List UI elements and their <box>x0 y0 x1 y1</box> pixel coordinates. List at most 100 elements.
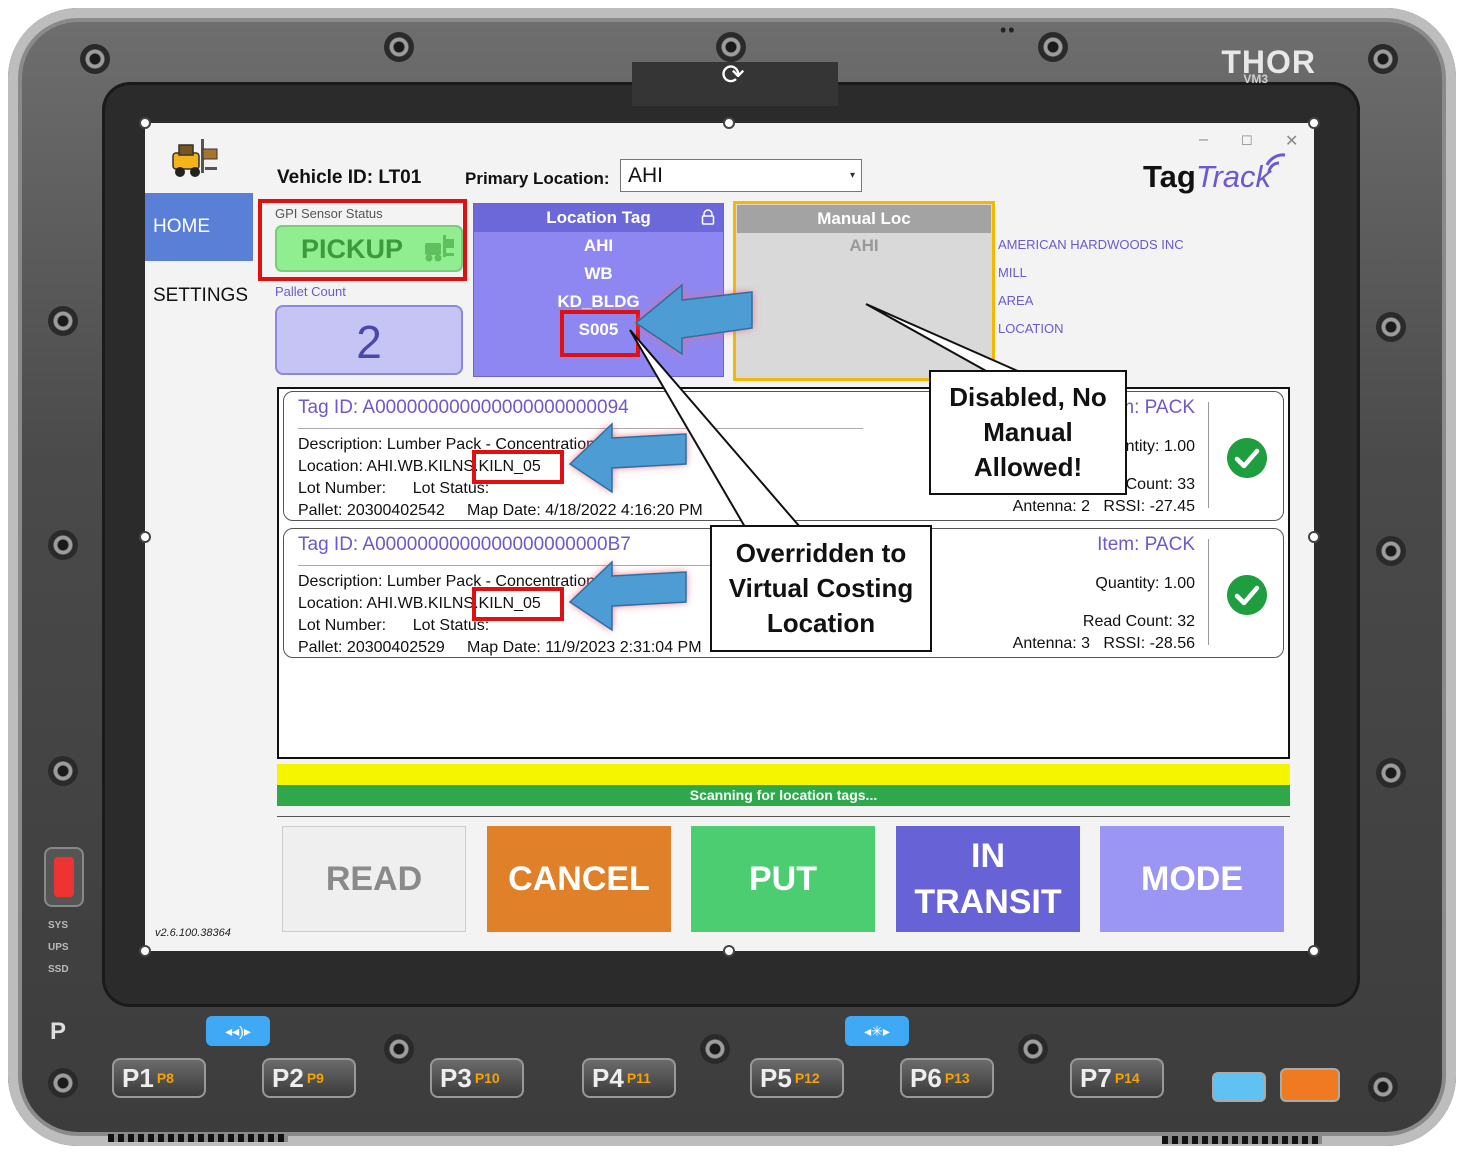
status-bar-yellow <box>277 764 1290 785</box>
key-sub: P14 <box>1114 1070 1140 1086</box>
key-main: P4 <box>592 1063 624 1093</box>
cancel-button[interactable]: CANCEL <box>487 826 671 932</box>
p4-key[interactable]: P4 P11 <box>582 1058 676 1098</box>
screw-icon <box>1368 1072 1398 1102</box>
nav-settings[interactable]: SETTINGS <box>153 285 248 307</box>
screw-icon <box>1376 312 1406 342</box>
tag-pallet-map: Pallet: 20300402529 Map Date: 11/9/2023 … <box>298 639 702 656</box>
orange-scan-button[interactable] <box>1280 1068 1340 1102</box>
screw-icon <box>1376 536 1406 566</box>
location-names: AMERICAN HARDWOODS INC MILL AREA LOCATIO… <box>998 235 1184 347</box>
tag-quantity: Quantity: 1.00 <box>1095 575 1195 592</box>
read-button[interactable]: READ <box>282 826 466 932</box>
rotate-icon: ⟳ <box>721 59 745 90</box>
key-sub: P9 <box>306 1070 324 1086</box>
location-tag-title: Location Tag <box>546 208 651 227</box>
p3-key[interactable]: P3 P10 <box>430 1058 524 1098</box>
checkmark-icon <box>1227 575 1267 615</box>
p1-key[interactable]: P1 P8 <box>112 1058 206 1098</box>
screw-icon <box>384 32 414 62</box>
device-brand: THOR <box>1221 44 1316 80</box>
highlight-box-gpi <box>258 199 467 281</box>
location-tag-header: Location Tag <box>474 204 723 232</box>
tag-card[interactable]: Tag ID: A000000000000000000000094 Descri… <box>283 391 1284 521</box>
highlight-box-s005 <box>560 310 640 357</box>
screw-icon <box>1038 32 1068 62</box>
key-sub: P12 <box>794 1070 820 1086</box>
tag-description: Description: Lumber Pack - Concentration… <box>298 436 632 453</box>
tag-antenna-rssi: Antenna: 2 RSSI: -27.45 <box>1012 498 1195 515</box>
top-dots: •• <box>1000 20 1017 40</box>
screw-icon <box>48 1068 78 1098</box>
status-text: Scanning for location tags... <box>277 785 1290 806</box>
p6-key[interactable]: P6 P13 <box>900 1058 994 1098</box>
vehicle-id: Vehicle ID: LT01 <box>277 167 422 188</box>
speaker-grill <box>108 1134 288 1142</box>
p7-key[interactable]: P7 P14 <box>1070 1058 1164 1098</box>
selection-handle <box>139 531 151 543</box>
screw-icon <box>48 756 78 786</box>
key-sub: P10 <box>474 1070 500 1086</box>
primary-location-value: AHI <box>628 164 664 187</box>
maximize-button[interactable]: ☐ <box>1241 133 1253 149</box>
tag-read-count: Read Count: 32 <box>1082 613 1195 630</box>
tag-description: Description: Lumber Pack - Concentration… <box>298 573 632 590</box>
card-vertical-divider <box>1208 539 1209 645</box>
screw-icon <box>80 44 110 74</box>
logo-part2: Track <box>1195 159 1272 194</box>
screw-icon <box>48 530 78 560</box>
screw-icon <box>1376 758 1406 788</box>
pallet-count-value: 2 <box>275 305 463 375</box>
key-main: P6 <box>910 1063 942 1093</box>
selection-handle <box>1308 945 1320 957</box>
chevron-down-icon: ▾ <box>849 170 855 181</box>
screw-icon <box>1018 1034 1048 1064</box>
card-divider <box>298 428 863 429</box>
blue-scan-button[interactable] <box>1212 1072 1266 1102</box>
put-button[interactable]: PUT <box>691 826 875 932</box>
power-button[interactable] <box>44 847 84 907</box>
nav-home[interactable]: HOME <box>145 193 253 261</box>
pallet-count-label: Pallet Count <box>275 284 346 299</box>
tag-antenna-rssi: Antenna: 3 RSSI: -28.56 <box>1012 635 1195 652</box>
key-main: P2 <box>272 1063 304 1093</box>
key-sub: P13 <box>944 1070 970 1086</box>
location-name: AMERICAN HARDWOODS INC <box>998 237 1184 252</box>
forklift-logo-icon <box>172 139 218 177</box>
minimize-button[interactable]: – <box>1199 131 1208 149</box>
brightness-key-icon[interactable]: ◂✳▸ <box>845 1016 909 1046</box>
tag-item: Item: PACK <box>1097 534 1195 555</box>
mode-button[interactable]: MODE <box>1100 826 1284 932</box>
p2-key[interactable]: P2 P9 <box>262 1058 356 1098</box>
card-vertical-divider <box>1208 402 1209 508</box>
highlight-box-kiln2 <box>472 587 564 621</box>
p-key-label: P <box>50 1018 67 1045</box>
highlight-box-kiln1 <box>472 450 564 484</box>
tag-id: Tag ID: A000000000000000000000094 <box>298 397 629 418</box>
p5-key[interactable]: P5 P12 <box>750 1058 844 1098</box>
selection-handle <box>1308 117 1320 129</box>
key-main: P5 <box>760 1063 792 1093</box>
tag-id: Tag ID: A0000000000000000000000B7 <box>298 534 631 555</box>
location-name: MILL <box>998 265 1027 280</box>
in-transit-button[interactable]: IN TRANSIT <box>896 826 1080 932</box>
app-version: v2.6.100.38364 <box>155 927 231 939</box>
selection-handle <box>723 117 735 129</box>
screw-icon <box>48 306 78 336</box>
manual-loc-panel: Manual Loc AHI <box>733 201 995 381</box>
key-sub: P8 <box>156 1070 174 1086</box>
tagtrack-logo: TagTrack <box>1143 153 1286 195</box>
key-sub: P11 <box>626 1070 651 1086</box>
key-main: P7 <box>1080 1063 1112 1093</box>
close-button[interactable]: ✕ <box>1285 131 1298 151</box>
screw-icon <box>700 1034 730 1064</box>
volume-key-icon[interactable]: ◂◂)▸ <box>206 1016 270 1046</box>
logo-part1: Tag <box>1143 159 1196 194</box>
location-tag-row: AHI <box>583 236 614 255</box>
device-model: VM3 <box>1243 72 1268 86</box>
primary-location-select[interactable]: AHI ▾ <box>620 159 862 192</box>
location-name: AREA <box>998 293 1034 308</box>
selection-handle <box>723 945 735 957</box>
selection-handle <box>1308 531 1320 543</box>
callout-manual-disabled: Disabled, No Manual Allowed! <box>929 370 1127 495</box>
